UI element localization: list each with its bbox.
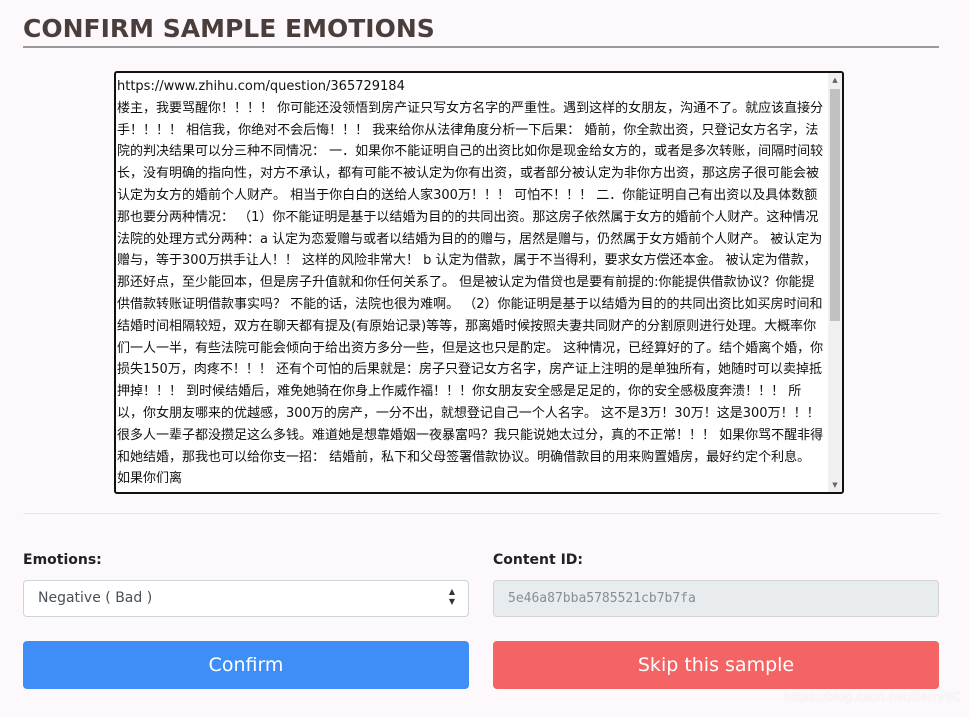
scroll-up-arrow-icon[interactable]: ▲ <box>828 73 842 87</box>
emotions-select[interactable]: Negative ( Bad ) ▲ ▼ <box>23 580 469 617</box>
section-divider <box>23 513 939 514</box>
scrollbar[interactable]: ▲ ▼ <box>828 73 842 492</box>
scroll-down-arrow-icon[interactable]: ▼ <box>828 478 842 492</box>
skip-sample-button[interactable]: Skip this sample <box>493 641 939 689</box>
scroll-thumb[interactable] <box>830 89 840 321</box>
select-caret-icon: ▲ ▼ <box>448 587 456 606</box>
watermark: https://blog.csdn.net/BerryBC <box>783 690 961 704</box>
content-id-field: 5e46a87bba5785521cb7b7fa <box>493 580 939 617</box>
title-divider <box>23 46 939 48</box>
page-title: CONFIRM SAMPLE EMOTIONS <box>23 14 435 43</box>
emotions-selected-value: Negative ( Bad ) <box>38 590 153 606</box>
content-id-label: Content ID: <box>493 552 584 568</box>
sample-text-box[interactable]: https://www.zhihu.com/question/365729184… <box>114 71 844 494</box>
sample-text: https://www.zhihu.com/question/365729184… <box>117 79 824 487</box>
confirm-button[interactable]: Confirm <box>23 641 469 689</box>
emotions-label: Emotions: <box>23 552 102 568</box>
